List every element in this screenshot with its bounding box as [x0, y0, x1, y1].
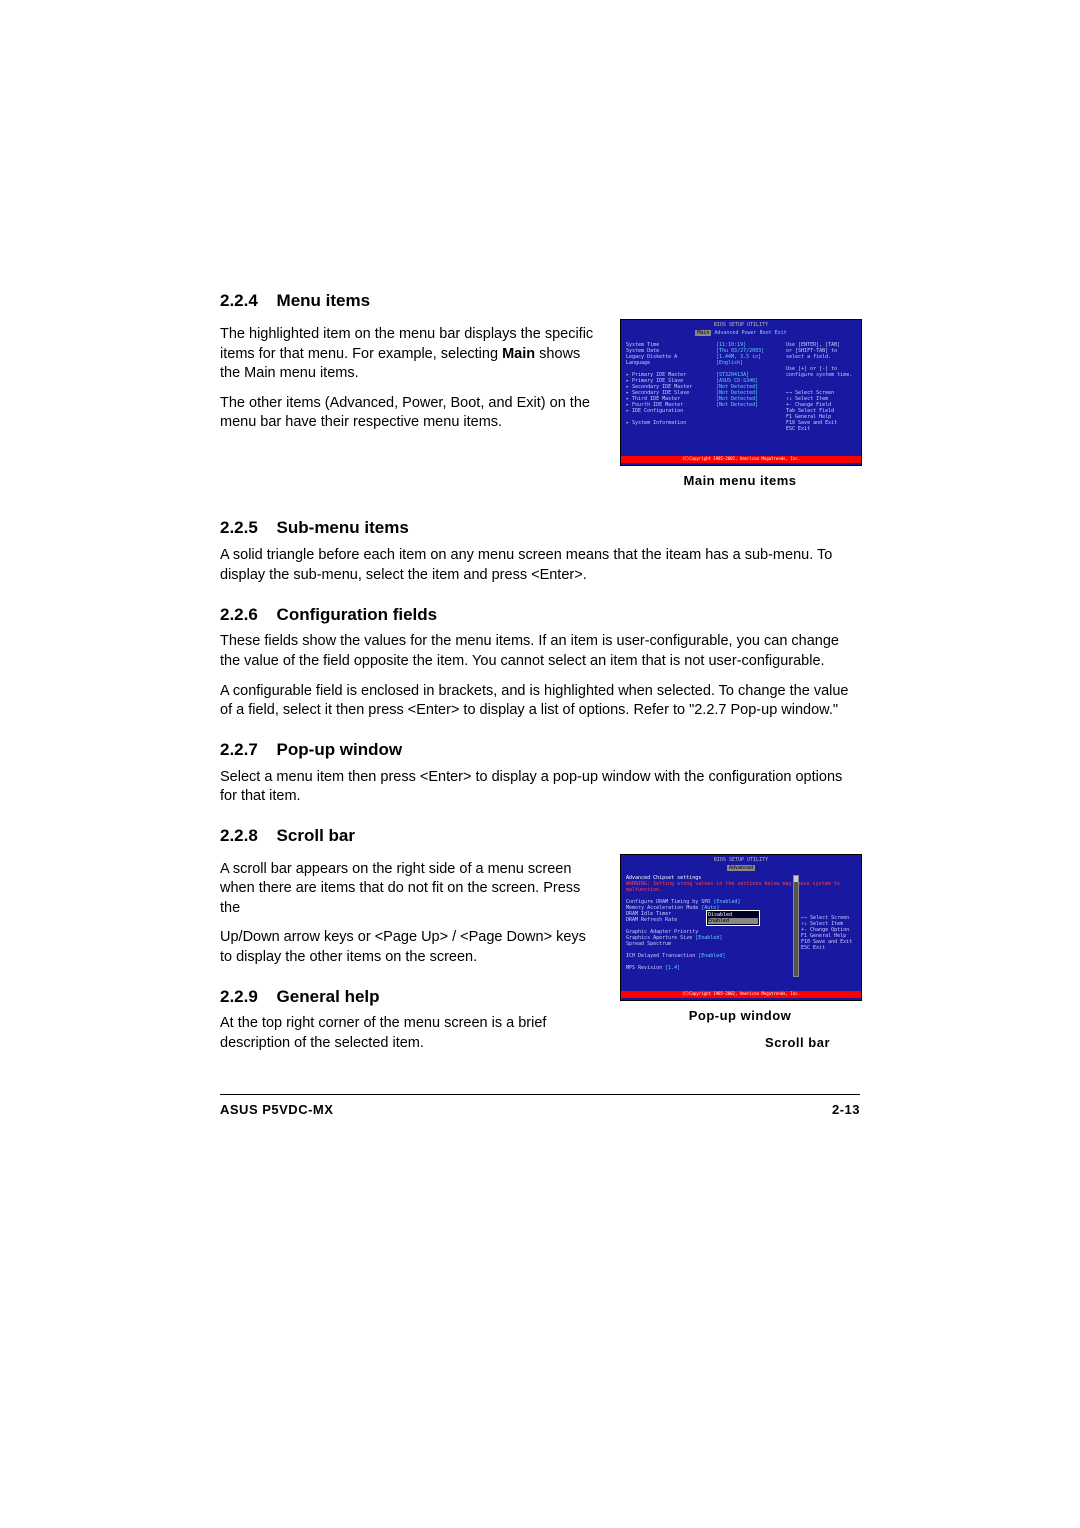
bios-scrollbar [793, 875, 799, 977]
heading-224: 2.2.4 Menu items [220, 290, 860, 313]
figure-caption: Main menu items [620, 472, 860, 490]
heading-226: 2.2.6 Configuration fields [220, 604, 860, 627]
heading-229: 2.2.9 General help [220, 986, 602, 1009]
bios-menubar: Main Advanced Power Boot Exit [626, 330, 856, 336]
heading-num: 2.2.4 [220, 291, 258, 310]
figure-caption: Scroll bar [620, 1034, 860, 1052]
bios-screenshot-popup: BIOS SETUP UTILITY Advanced Advanced Chi… [620, 854, 862, 1001]
heading-227: 2.2.7 Pop-up window [220, 739, 860, 762]
scrollbar-thumb [794, 876, 798, 882]
figure-caption: Pop-up window [620, 1007, 860, 1025]
para: A configurable field is enclosed in brac… [220, 682, 860, 721]
page-footer: ASUS P5VDC-MX 2-13 [220, 1094, 860, 1119]
footer-right: 2-13 [832, 1101, 860, 1119]
manual-page: 2.2.4 Menu items The highlighted item on… [220, 290, 860, 1118]
para: A solid triangle before each item on any… [220, 546, 860, 585]
para: These fields show the values for the men… [220, 632, 860, 671]
bios-help-pane: Use [ENTER], [TAB]or [SHIFT-TAB] toselec… [786, 342, 856, 432]
para: Up/Down arrow keys or <Page Up> / <Page … [220, 928, 602, 967]
bios-help-pane: ←→ Select Screen↑↓ Select Item+- Change … [801, 915, 856, 951]
bios-value-pane: [11:10:19][Thu 03/27/2003][1.44M, 3.5 in… [716, 342, 776, 408]
footer-left: ASUS P5VDC-MX [220, 1101, 333, 1119]
bios-screenshot-main: BIOS SETUP UTILITY Main Advanced Power B… [620, 319, 862, 466]
heading-225: 2.2.5 Sub-menu items [220, 517, 860, 540]
para: Select a menu item then press <Enter> to… [220, 768, 860, 807]
heading-228: 2.2.8 Scroll bar [220, 825, 860, 848]
para: The highlighted item on the menu bar dis… [220, 325, 602, 384]
para: A scroll bar appears on the right side o… [220, 860, 602, 919]
bios-popup: DisabledEnabled [706, 910, 760, 926]
para: At the top right corner of the menu scre… [220, 1014, 602, 1053]
para: The other items (Advanced, Power, Boot, … [220, 394, 602, 433]
heading-title: Menu items [277, 291, 371, 310]
